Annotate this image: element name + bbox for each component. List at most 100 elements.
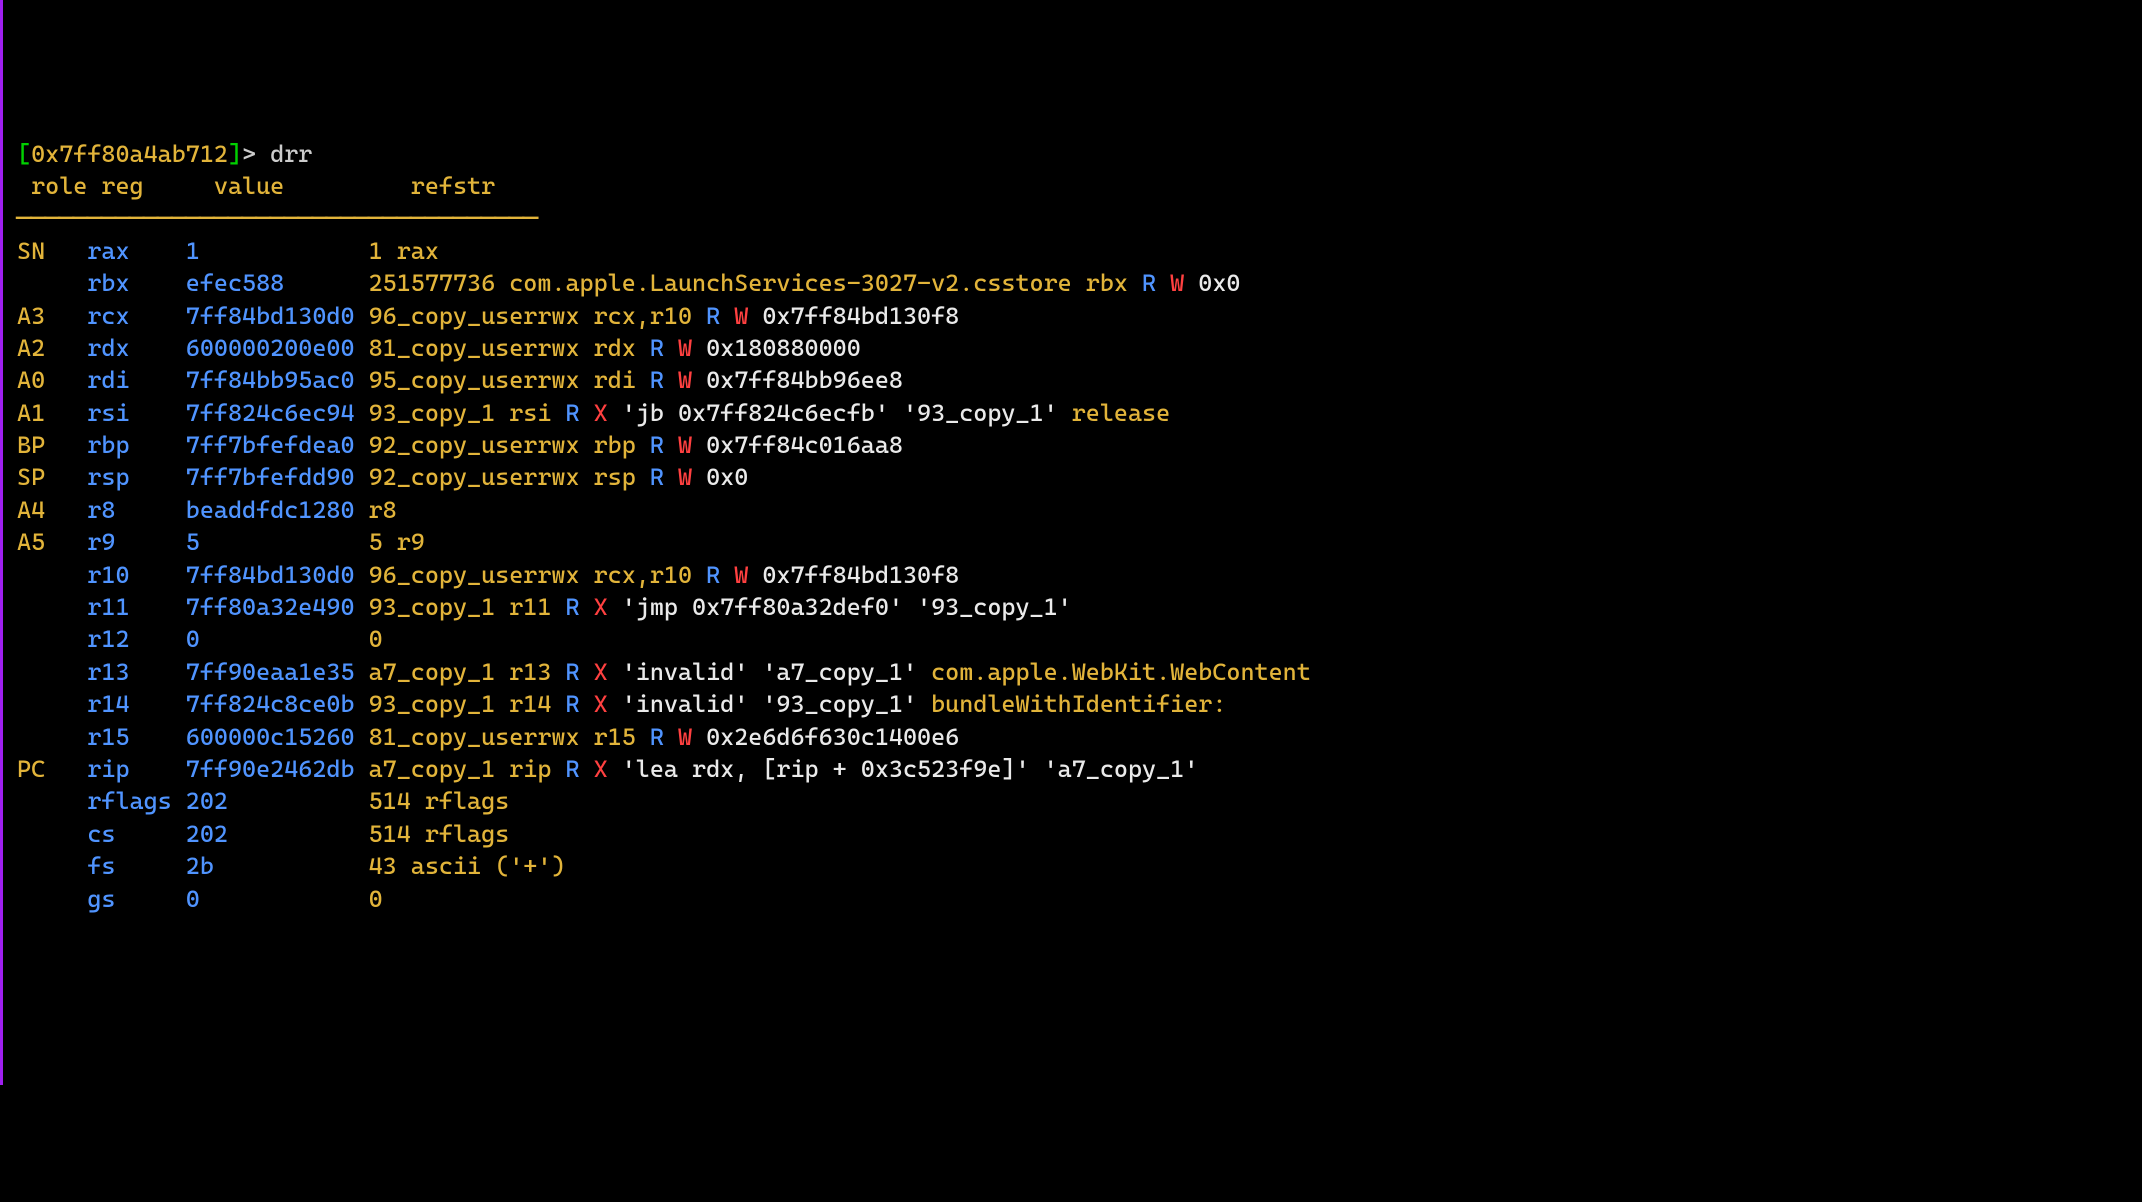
refstr-segment: R xyxy=(706,561,734,589)
reg-cell: r13 xyxy=(87,656,185,688)
refstr-segment: release xyxy=(1072,399,1170,427)
role-cell: PC xyxy=(17,753,87,785)
refstr-segment: a7_copy_1 rip xyxy=(369,755,566,783)
value-cell: efec588 xyxy=(186,267,369,299)
refstr-segment: 0x7ff84bd130f8 xyxy=(762,302,959,330)
header-role: role xyxy=(17,172,87,200)
refstr-segment: 'invalid' 'a7_copy_1' xyxy=(622,658,931,686)
refstr-segment: R xyxy=(565,399,593,427)
refstr-segment: X xyxy=(594,399,622,427)
refstr-segment: 514 rflags xyxy=(369,787,510,815)
refstr-cell: a7_copy_1 r13 R X 'invalid' 'a7_copy_1' … xyxy=(369,658,1311,686)
register-row: SPrsp7ff7bfefdd9092_copy_userrwx rsp R W… xyxy=(17,461,2128,493)
register-row: rbxefec588251577736 com.apple.LaunchServ… xyxy=(17,267,2128,299)
value-cell: 2b xyxy=(186,850,369,882)
refstr-segment: 81_copy_userrwx rdx xyxy=(369,334,650,362)
value-cell: 600000200e00 xyxy=(186,332,369,364)
reg-cell: r15 xyxy=(87,721,185,753)
reg-cell: r12 xyxy=(87,623,185,655)
refstr-cell: 93_copy_1 r14 R X 'invalid' '93_copy_1' … xyxy=(369,690,1227,718)
refstr-segment: 'invalid' '93_copy_1' xyxy=(622,690,931,718)
header-value: value xyxy=(214,172,397,200)
refstr-cell: 95_copy_userrwx rdi R W 0x7ff84bb96ee8 xyxy=(369,366,903,394)
refstr-segment: 93_copy_1 r14 xyxy=(369,690,566,718)
refstr-segment: 92_copy_userrwx rsp xyxy=(369,463,650,491)
reg-cell: rax xyxy=(87,235,185,267)
refstr-segment: W xyxy=(678,463,706,491)
refstr-segment: R xyxy=(650,723,678,751)
register-row: r15600000c1526081_copy_userrwx r15 R W 0… xyxy=(17,721,2128,753)
register-row: r1200 xyxy=(17,623,2128,655)
refstr-segment: com.apple.WebKit.WebContent xyxy=(931,658,1311,686)
register-rows: SNrax11 raxrbxefec588251577736 com.apple… xyxy=(17,235,2128,915)
refstr-segment: a7_copy_1 r13 xyxy=(369,658,566,686)
reg-cell: cs xyxy=(87,818,185,850)
refstr-cell: 514 rflags xyxy=(369,787,510,815)
prompt-address: 0x7ff80a4ab712 xyxy=(31,140,228,168)
register-row: A5r955 r9 xyxy=(17,526,2128,558)
header-row: role reg value refstr xyxy=(17,172,495,200)
refstr-segment: 43 ascii ('+') xyxy=(369,852,566,880)
reg-cell: gs xyxy=(87,883,185,915)
value-cell: 202 xyxy=(186,785,369,817)
refstr-segment: 0x2e6d6f630c1400e6 xyxy=(706,723,959,751)
reg-cell: r8 xyxy=(87,494,185,526)
refstr-segment: R xyxy=(565,755,593,783)
role-cell: BP xyxy=(17,429,87,461)
value-cell: 7ff84bd130d0 xyxy=(186,559,369,591)
refstr-segment: 0x0 xyxy=(706,463,748,491)
reg-cell: rbx xyxy=(87,267,185,299)
refstr-segment: X xyxy=(594,755,622,783)
reg-cell: rflags xyxy=(87,785,185,817)
register-row: r137ff90eaa1e35a7_copy_1 r13 R X 'invali… xyxy=(17,656,2128,688)
refstr-segment: R xyxy=(565,658,593,686)
role-cell: A4 xyxy=(17,494,87,526)
refstr-segment: 5 r9 xyxy=(369,528,425,556)
refstr-segment: 0 xyxy=(369,885,383,913)
register-row: A0rdi7ff84bb95ac095_copy_userrwx rdi R W… xyxy=(17,364,2128,396)
reg-cell: rdi xyxy=(87,364,185,396)
refstr-segment: 'jmp 0x7ff80a32def0' '93_copy_1' xyxy=(622,593,1072,621)
reg-cell: r9 xyxy=(87,526,185,558)
register-row: A2rdx600000200e0081_copy_userrwx rdx R W… xyxy=(17,332,2128,364)
refstr-segment: X xyxy=(594,593,622,621)
value-cell: 7ff824c8ce0b xyxy=(186,688,369,720)
reg-cell: r11 xyxy=(87,591,185,623)
refstr-segment: 'lea rdx, [rip + 0x3c523f9e]' 'a7_copy_1… xyxy=(622,755,1199,783)
refstr-cell: r8 xyxy=(369,496,397,524)
command-text: drr xyxy=(270,140,312,168)
refstr-segment: 96_copy_userrwx rcx,r10 xyxy=(369,561,707,589)
value-cell: 1 xyxy=(186,235,369,267)
refstr-segment: R xyxy=(650,431,678,459)
value-cell: 5 xyxy=(186,526,369,558)
reg-cell: rsi xyxy=(87,397,185,429)
value-cell: 7ff7bfefdea0 xyxy=(186,429,369,461)
refstr-segment: 0x180880000 xyxy=(706,334,861,362)
refstr-cell: 96_copy_userrwx rcx,r10 R W 0x7ff84bd130… xyxy=(369,561,960,589)
terminal-output[interactable]: [0x7ff80a4ab712]> drr role reg value ref… xyxy=(17,138,2128,915)
reg-cell: rsp xyxy=(87,461,185,493)
refstr-cell: 0 xyxy=(369,885,383,913)
value-cell: 202 xyxy=(186,818,369,850)
refstr-segment: W xyxy=(678,366,706,394)
register-row: A1rsi7ff824c6ec9493_copy_1 rsi R X 'jb 0… xyxy=(17,397,2128,429)
refstr-segment: W xyxy=(678,723,706,751)
refstr-segment: W xyxy=(734,561,762,589)
role-cell: A2 xyxy=(17,332,87,364)
value-cell: 600000c15260 xyxy=(186,721,369,753)
refstr-segment: W xyxy=(734,302,762,330)
refstr-segment: R xyxy=(565,690,593,718)
value-cell: 7ff90eaa1e35 xyxy=(186,656,369,688)
role-cell: A0 xyxy=(17,364,87,396)
register-row: SNrax11 rax xyxy=(17,235,2128,267)
reg-cell: fs xyxy=(87,850,185,882)
refstr-cell: 81_copy_userrwx r15 R W 0x2e6d6f630c1400… xyxy=(369,723,960,751)
role-cell: A3 xyxy=(17,300,87,332)
refstr-segment: 0x0 xyxy=(1198,269,1240,297)
value-cell: 7ff90e2462db xyxy=(186,753,369,785)
role-cell: A5 xyxy=(17,526,87,558)
value-cell: 7ff84bd130d0 xyxy=(186,300,369,332)
refstr-segment: bundleWithIdentifier: xyxy=(931,690,1226,718)
value-cell: 7ff84bb95ac0 xyxy=(186,364,369,396)
value-cell: 0 xyxy=(186,623,369,655)
